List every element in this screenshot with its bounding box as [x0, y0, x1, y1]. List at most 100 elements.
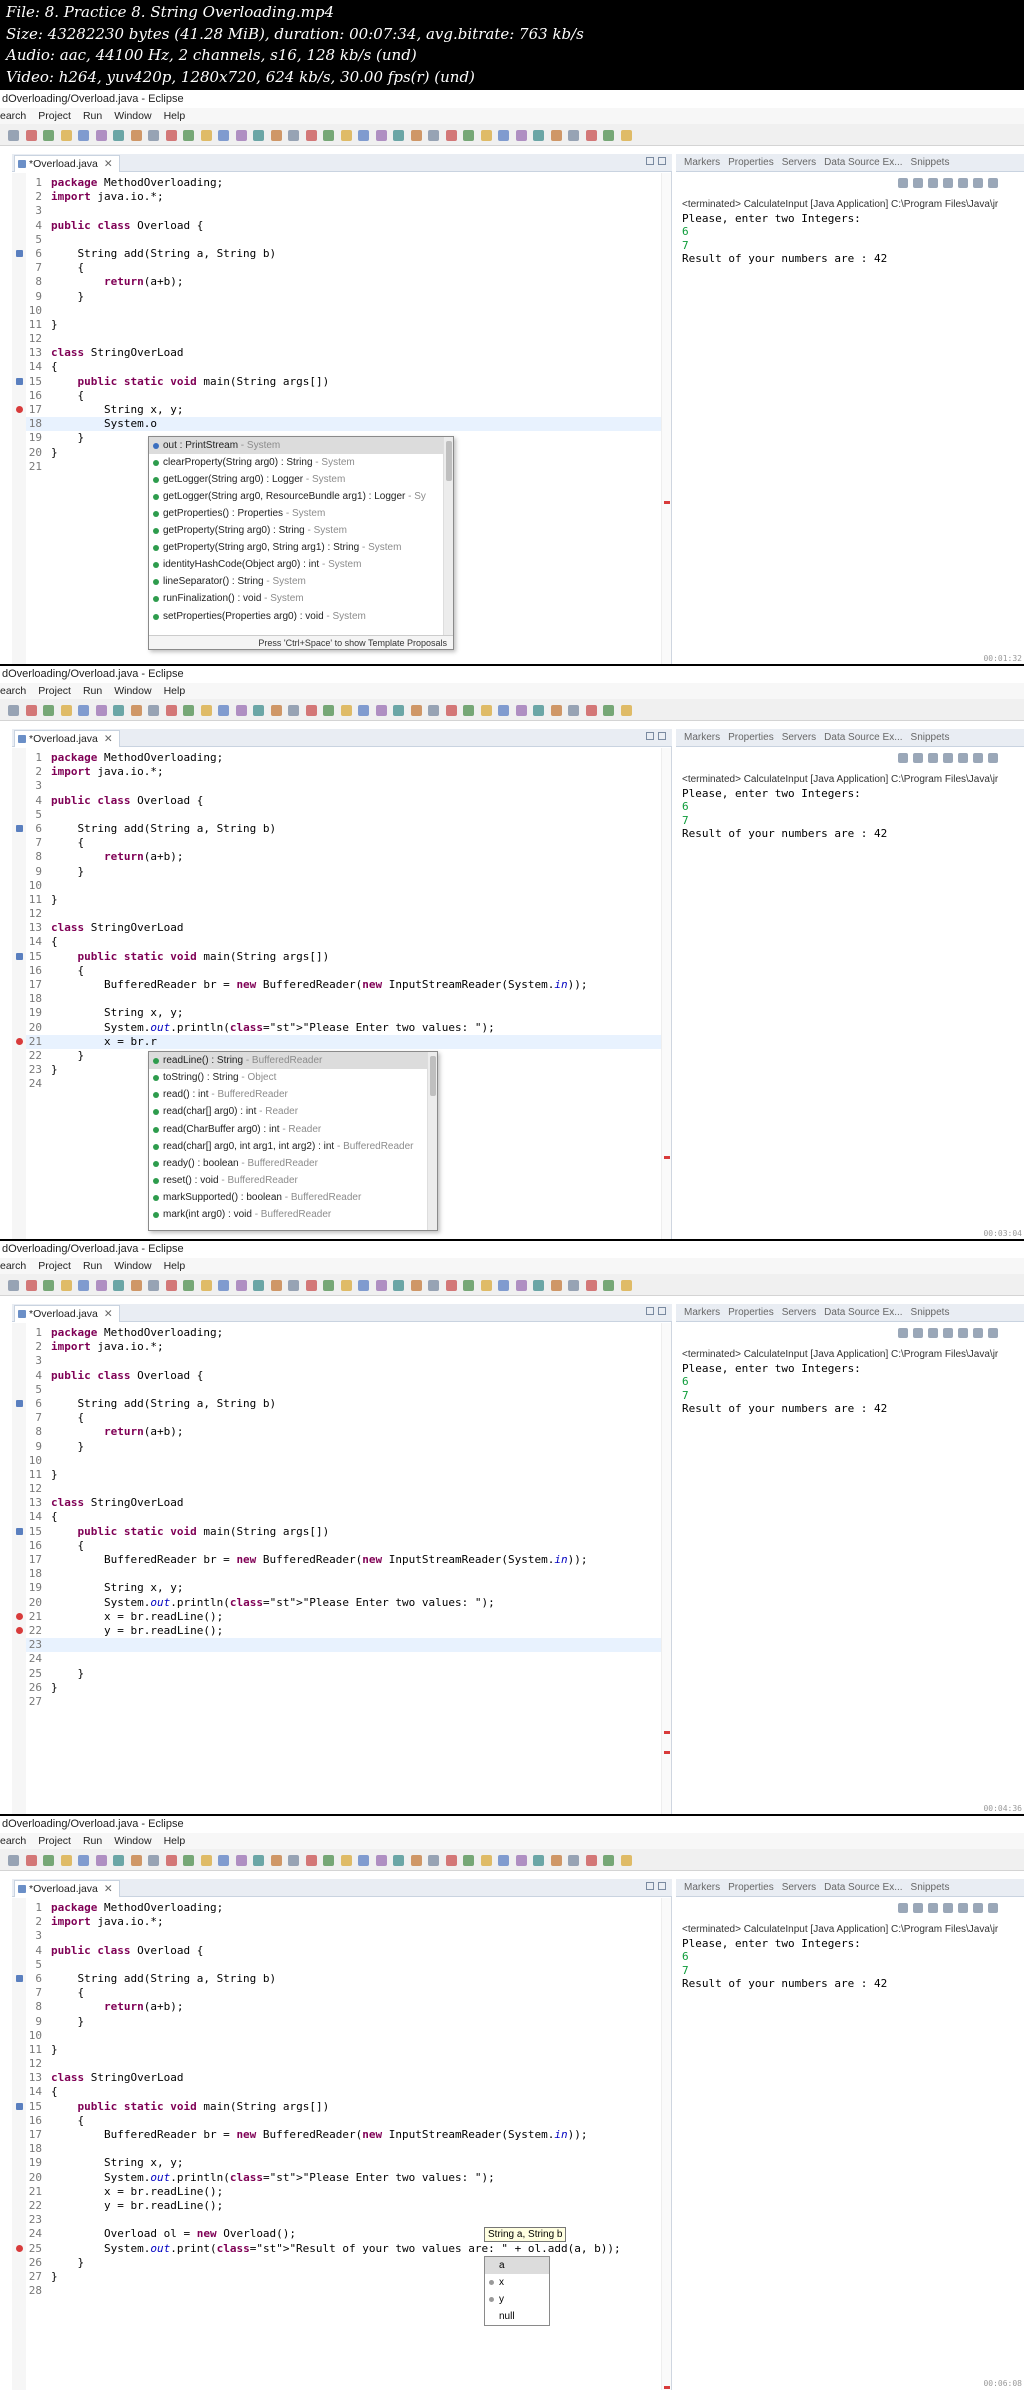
console-action-icon[interactable] — [988, 178, 998, 188]
toolbar-button-icon[interactable] — [78, 130, 89, 141]
autocomplete-item[interactable]: getProperties() : Properties - System — [149, 505, 453, 522]
overview-error-marker[interactable] — [664, 1751, 670, 1754]
toolbar-button-icon[interactable] — [515, 705, 527, 716]
menu-item-run[interactable]: Run — [83, 683, 102, 699]
toolbar-button-icon[interactable] — [253, 1855, 264, 1866]
toolbar-button-icon[interactable] — [358, 1855, 369, 1866]
toolbar-button-icon[interactable] — [43, 130, 54, 141]
autocomplete-item[interactable]: getLogger(String arg0, ResourceBundle ar… — [149, 488, 453, 505]
view-tab-snippets[interactable]: Snippets — [911, 1879, 950, 1896]
toolbar-button-icon[interactable] — [8, 1855, 19, 1866]
view-tab-properties[interactable]: Properties — [728, 729, 774, 746]
toolbar-button-icon[interactable] — [200, 705, 212, 716]
autocomplete-item[interactable]: setProperties(Properties arg0) : void - … — [149, 608, 453, 625]
console-action-icon[interactable] — [928, 178, 938, 188]
toolbar-button-icon[interactable] — [148, 705, 159, 716]
code-editor[interactable]: *Overload.java ✕ 1 package MethodOverloadin… — [12, 1304, 672, 1815]
toolbar-button-icon[interactable] — [43, 705, 54, 716]
toolbar-button-icon[interactable] — [533, 1280, 544, 1291]
code-area[interactable]: 1 package MethodOverloading; 2 import java.… — [26, 751, 671, 1092]
menu-item-project[interactable]: Project — [38, 108, 71, 124]
editor-tab-overload[interactable]: *Overload.java ✕ — [14, 1305, 120, 1322]
console-action-icon[interactable] — [973, 753, 983, 763]
menu-item-help[interactable]: Help — [164, 108, 186, 124]
autocomplete-item[interactable]: out : PrintStream - System — [149, 436, 453, 454]
console-action-icon[interactable] — [943, 178, 953, 188]
console-action-icon[interactable] — [928, 753, 938, 763]
toolbar-button-icon[interactable] — [428, 130, 439, 141]
console-action-icon[interactable] — [898, 1903, 908, 1913]
toolbar-button-icon[interactable] — [165, 1855, 177, 1866]
console-action-icon[interactable] — [973, 1903, 983, 1913]
console-action-icon[interactable] — [898, 1328, 908, 1338]
toolbar-button-icon[interactable] — [603, 1855, 614, 1866]
toolbar-button-icon[interactable] — [288, 1855, 299, 1866]
toolbar-button-icon[interactable] — [183, 1280, 194, 1291]
menu-item-run[interactable]: Run — [83, 1833, 102, 1849]
toolbar-button-icon[interactable] — [340, 1855, 352, 1866]
overview-error-marker[interactable] — [664, 1156, 670, 1159]
autocomplete-item[interactable]: lineSeparator() : String - System — [149, 573, 453, 590]
toolbar-button-icon[interactable] — [375, 1855, 387, 1866]
toolbar-button-icon[interactable] — [410, 130, 422, 141]
close-icon[interactable]: ✕ — [104, 1883, 113, 1895]
toolbar-button-icon[interactable] — [25, 705, 37, 716]
menu-item-earch[interactable]: earch — [0, 108, 26, 124]
view-tab-servers[interactable]: Servers — [782, 154, 816, 171]
toolbar-button-icon[interactable] — [8, 130, 19, 141]
code-area[interactable]: 1 package MethodOverloading; 2 import java.… — [26, 176, 671, 474]
toolbar-button-icon[interactable] — [305, 130, 317, 141]
menu-item-window[interactable]: Window — [114, 1833, 151, 1849]
toolbar-button-icon[interactable] — [305, 705, 317, 716]
maximize-icon[interactable] — [658, 1307, 666, 1315]
menu-item-window[interactable]: Window — [114, 108, 151, 124]
toolbar-button-icon[interactable] — [25, 130, 37, 141]
toolbar-button-icon[interactable] — [60, 130, 72, 141]
toolbar-button-icon[interactable] — [568, 705, 579, 716]
toolbar-button-icon[interactable] — [165, 705, 177, 716]
toolbar-button-icon[interactable] — [43, 1280, 54, 1291]
toolbar-button-icon[interactable] — [340, 130, 352, 141]
toolbar-button-icon[interactable] — [323, 130, 334, 141]
toolbar-button-icon[interactable] — [393, 1855, 404, 1866]
toolbar-button-icon[interactable] — [323, 1280, 334, 1291]
editor-tab-overload[interactable]: *Overload.java ✕ — [14, 730, 120, 747]
autocomplete-item[interactable]: getProperty(String arg0, String arg1) : … — [149, 539, 453, 556]
autocomplete-item[interactable]: read(char[] arg0) : int - Reader — [149, 1103, 437, 1120]
autocomplete-item[interactable]: toString() : String - Object — [149, 1069, 437, 1086]
toolbar-button-icon[interactable] — [235, 705, 247, 716]
toolbar-button-icon[interactable] — [78, 1280, 89, 1291]
menu-item-help[interactable]: Help — [164, 683, 186, 699]
console-action-icon[interactable] — [928, 1903, 938, 1913]
toolbar-button-icon[interactable] — [113, 1855, 124, 1866]
view-tab-properties[interactable]: Properties — [728, 154, 774, 171]
menu-item-earch[interactable]: earch — [0, 683, 26, 699]
toolbar-button-icon[interactable] — [113, 1280, 124, 1291]
toolbar-button-icon[interactable] — [235, 1855, 247, 1866]
view-tab-properties[interactable]: Properties — [728, 1879, 774, 1896]
console-action-icon[interactable] — [913, 1903, 923, 1913]
toolbar-button-icon[interactable] — [393, 1280, 404, 1291]
toolbar-button-icon[interactable] — [8, 1280, 19, 1291]
console-action-icon[interactable] — [943, 753, 953, 763]
view-tab-data-source-ex-[interactable]: Data Source Ex... — [824, 729, 902, 746]
toolbar-button-icon[interactable] — [445, 1280, 457, 1291]
toolbar-button-icon[interactable] — [498, 1855, 509, 1866]
toolbar-button-icon[interactable] — [498, 1280, 509, 1291]
overview-error-marker[interactable] — [664, 501, 670, 504]
toolbar-button-icon[interactable] — [148, 1855, 159, 1866]
toolbar-button-icon[interactable] — [95, 1855, 107, 1866]
toolbar-button-icon[interactable] — [375, 705, 387, 716]
parameter-proposal-item[interactable]: y — [485, 2291, 549, 2308]
toolbar-button-icon[interactable] — [410, 1855, 422, 1866]
toolbar-button-icon[interactable] — [95, 1280, 107, 1291]
menu-item-run[interactable]: Run — [83, 108, 102, 124]
menu-item-project[interactable]: Project — [38, 1258, 71, 1274]
code-area[interactable]: 1 package MethodOverloading; 2 import java.… — [26, 1326, 671, 1709]
menu-item-help[interactable]: Help — [164, 1833, 186, 1849]
view-tab-servers[interactable]: Servers — [782, 1304, 816, 1321]
toolbar-button-icon[interactable] — [253, 705, 264, 716]
menu-item-earch[interactable]: earch — [0, 1258, 26, 1274]
toolbar-button-icon[interactable] — [550, 1855, 562, 1866]
toolbar-button-icon[interactable] — [183, 130, 194, 141]
